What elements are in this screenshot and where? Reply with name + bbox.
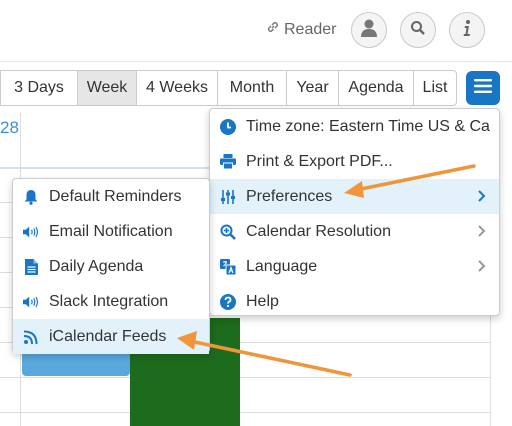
chevron-right-icon <box>477 259 487 273</box>
zoom-in-icon <box>220 224 236 240</box>
document-icon <box>23 258 39 275</box>
chevron-right-icon <box>477 189 487 203</box>
volume-icon <box>23 224 39 240</box>
bell-icon <box>23 189 39 205</box>
submenu-item-daily-agenda[interactable]: Daily Agenda <box>13 249 209 284</box>
menu-item-help[interactable]: Help <box>210 284 499 319</box>
help-icon <box>220 293 236 310</box>
link-icon <box>266 20 280 39</box>
submenu-item-icalendar-feeds[interactable]: iCalendar Feeds <box>13 319 209 354</box>
grid-line <box>0 377 490 378</box>
menu-item-print-export[interactable]: Print & Export PDF... <box>210 144 499 179</box>
menu-item-label: Preferences <box>246 187 333 205</box>
submenu-item-label: Default Reminders <box>49 187 182 205</box>
menu-item-label: Time zone: Eastern Time US & Ca <box>246 117 490 135</box>
chevron-right-icon <box>477 224 487 238</box>
menu-item-preferences[interactable]: Preferences <box>210 179 499 214</box>
main-menu-button[interactable] <box>466 71 500 105</box>
view-switcher: 3 Days Week 4 Weeks Month Year Agenda Li… <box>0 70 457 106</box>
submenu-item-label: Daily Agenda <box>49 257 144 275</box>
view-3-days-button[interactable]: 3 Days <box>0 70 78 106</box>
view-4-weeks-button[interactable]: 4 Weeks <box>137 70 218 106</box>
user-button[interactable] <box>351 12 387 48</box>
menu-item-label: Language <box>246 257 318 275</box>
calendar-page: Reader 28 3 Days Week 4 Weeks Month Year… <box>0 0 512 426</box>
search-icon <box>410 20 426 41</box>
menu-item-label: Calendar Resolution <box>246 222 391 240</box>
menu-item-language[interactable]: Language <box>210 249 499 284</box>
grid-line <box>0 412 490 413</box>
date-number: 28 <box>0 118 19 137</box>
reader-link[interactable]: Reader <box>266 20 336 39</box>
printer-icon <box>220 154 236 170</box>
rss-icon <box>23 329 39 345</box>
menu-item-time-zone[interactable]: Time zone: Eastern Time US & Ca <box>210 109 499 144</box>
volume-icon <box>23 294 39 310</box>
info-button[interactable] <box>449 12 485 48</box>
view-year-button[interactable]: Year <box>287 70 339 106</box>
info-icon <box>462 19 472 42</box>
view-week-button[interactable]: Week <box>78 70 137 106</box>
view-list-button[interactable]: List <box>414 70 457 106</box>
reader-label: Reader <box>284 20 337 38</box>
menu-item-label: Print & Export PDF... <box>246 152 393 170</box>
user-icon <box>360 18 378 43</box>
submenu-item-label: Email Notification <box>49 222 173 240</box>
submenu-item-default-reminders[interactable]: Default Reminders <box>13 179 209 214</box>
submenu-item-label: iCalendar Feeds <box>49 327 167 345</box>
view-month-button[interactable]: Month <box>218 70 287 106</box>
clock-icon <box>220 118 236 135</box>
submenu-item-label: Slack Integration <box>49 292 169 310</box>
submenu-item-email-notification[interactable]: Email Notification <box>13 214 209 249</box>
hamburger-icon <box>474 78 492 98</box>
translate-icon <box>220 258 236 275</box>
top-bar: Reader <box>0 0 512 62</box>
main-menu: Time zone: Eastern Time US & Ca Print & … <box>209 108 500 316</box>
submenu-item-slack-integration[interactable]: Slack Integration <box>13 284 209 319</box>
sliders-icon <box>220 189 236 205</box>
menu-item-label: Help <box>246 292 279 310</box>
view-agenda-button[interactable]: Agenda <box>339 70 414 106</box>
search-button[interactable] <box>400 12 436 48</box>
preferences-submenu: Default Reminders Email Notification Dai… <box>12 178 210 354</box>
menu-item-calendar-resolution[interactable]: Calendar Resolution <box>210 214 499 249</box>
